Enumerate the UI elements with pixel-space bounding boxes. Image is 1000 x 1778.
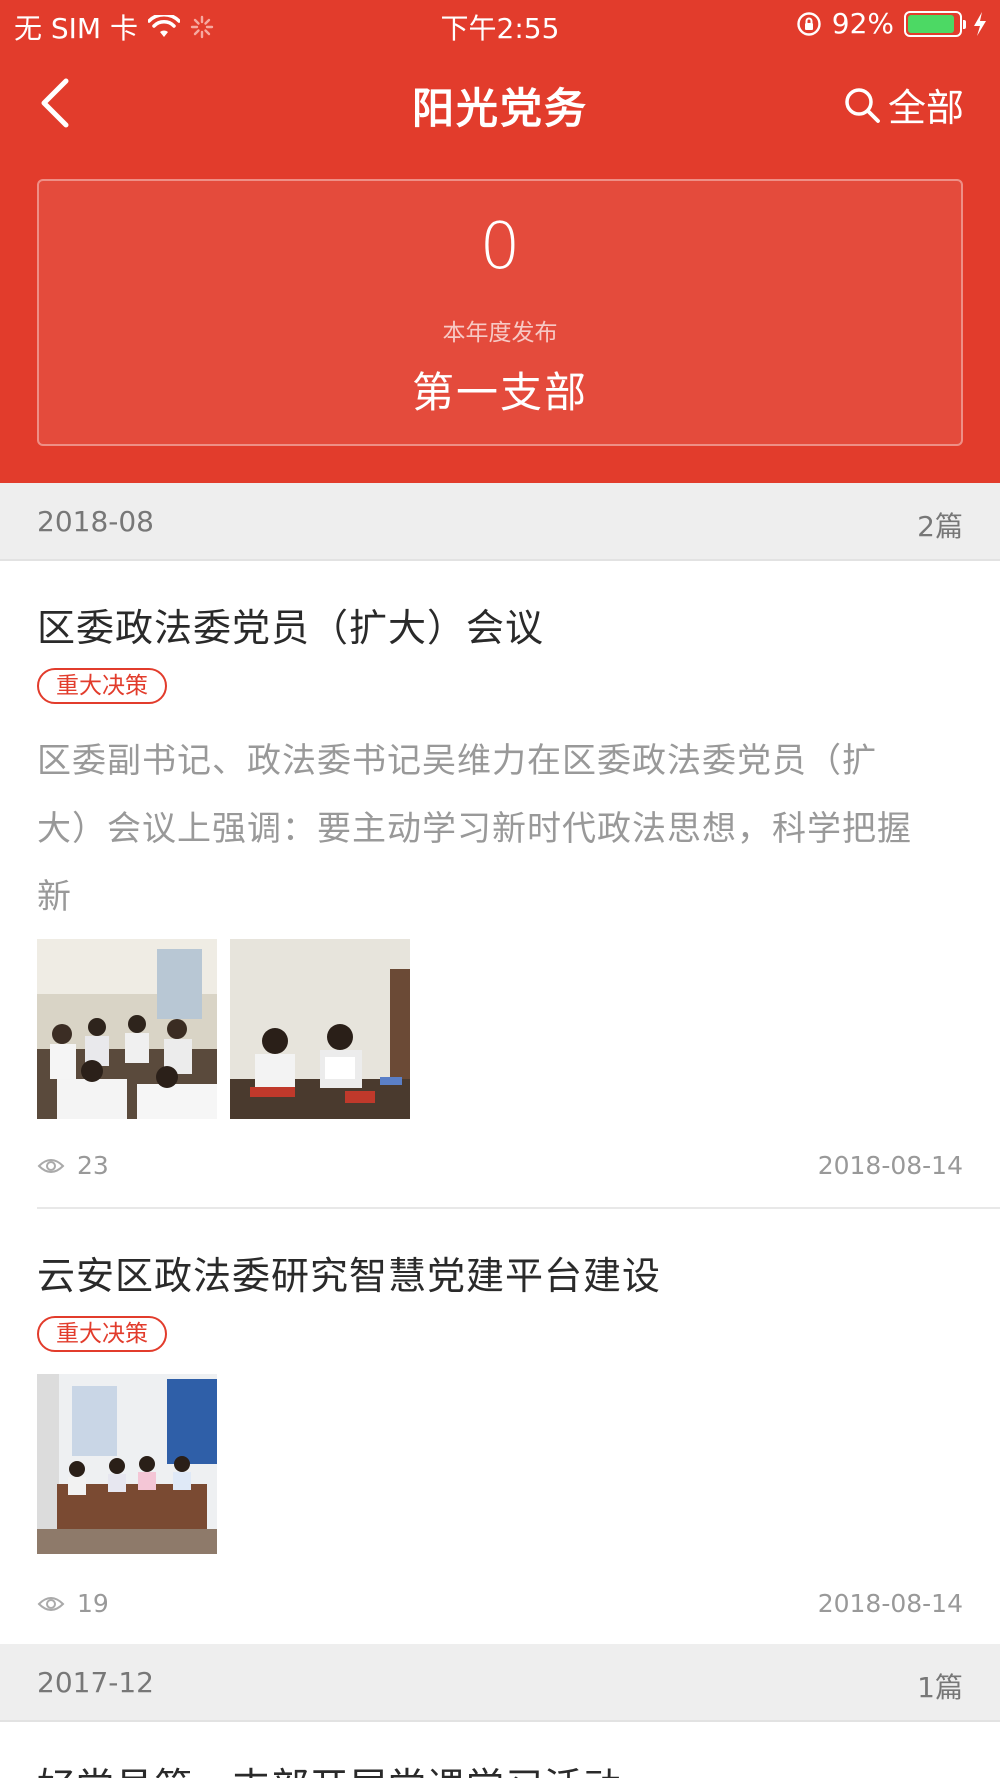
nav-bar: 阳光党务 全部 (0, 55, 1000, 151)
article-thumbnails (37, 939, 410, 1119)
eye-icon (37, 1158, 65, 1173)
article-item[interactable]: 云安区政法委研究智慧党建平台建设 重大决策 19 2018-08-14 (0, 1209, 1000, 1644)
status-bar: 无 SIM 卡 下午2:55 92% (0, 0, 1000, 50)
excerpt-line: 新 (37, 877, 72, 917)
article-item[interactable]: 好党员第一支部开展党课学习活动 (0, 1722, 1000, 1778)
view-count-value: 23 (77, 1151, 109, 1180)
article-title: 区委政法委党员（扩大）会议 (37, 606, 545, 650)
back-button[interactable] (30, 73, 90, 133)
group-count: 2篇 (917, 510, 963, 543)
article-item[interactable]: 区委政法委党员（扩大）会议 重大决策 区委副书记、政法委书记吴维力在区委政法委党… (0, 561, 1000, 1209)
chevron-left-icon (41, 78, 69, 128)
article-excerpt: 区委副书记、政法委书记吴维力在区委政法委党员（扩 大）会议上强调：要主动学习新时… (37, 727, 967, 931)
search-icon (845, 87, 880, 123)
group-count: 1篇 (917, 1671, 963, 1704)
month-group-header: 2017-12 1篇 (0, 1644, 1000, 1722)
summary-card: 0 本年度发布 第一支部 (37, 179, 963, 446)
meeting-photo-thumbnail[interactable] (37, 939, 217, 1119)
view-count-value: 19 (77, 1589, 109, 1618)
view-count: 19 (37, 1589, 109, 1618)
article-thumbnails (37, 1374, 217, 1554)
battery-fill (908, 14, 954, 33)
annual-publish-count: 0 (479, 210, 521, 284)
filter-label: 全部 (887, 86, 964, 130)
article-date: 2018-08-14 (817, 1151, 963, 1180)
group-month: 2018-08 (37, 505, 154, 538)
annual-publish-label: 本年度发布 (442, 320, 558, 346)
branch-name: 第一支部 (411, 368, 588, 417)
article-title: 云安区政法委研究智慧党建平台建设 (37, 1254, 662, 1298)
charging-bolt-icon (974, 11, 986, 36)
eye-icon (37, 1596, 65, 1611)
month-group-header: 2018-08 2篇 (0, 483, 1000, 561)
meeting-photo-thumbnail[interactable] (230, 939, 410, 1119)
search-filter-button[interactable]: 全部 (842, 77, 964, 132)
category-tag: 重大决策 (37, 668, 167, 704)
meeting-photo-thumbnail[interactable] (37, 1374, 217, 1554)
category-tag: 重大决策 (37, 1316, 167, 1352)
article-date: 2018-08-14 (817, 1589, 963, 1618)
orientation-lock-icon (797, 11, 821, 36)
excerpt-line: 大）会议上强调：要主动学习新时代政法思想，科学把握 (37, 809, 912, 849)
article-title: 好党员第一支部开展党课学习活动 (37, 1756, 622, 1778)
view-count: 23 (37, 1151, 109, 1180)
group-month: 2017-12 (37, 1666, 154, 1699)
battery-percent: 92% (831, 7, 894, 40)
excerpt-line: 区委副书记、政法委书记吴维力在区委政法委党员（扩 (37, 741, 877, 781)
status-right: 92% (796, 7, 988, 40)
battery-icon (904, 10, 966, 37)
